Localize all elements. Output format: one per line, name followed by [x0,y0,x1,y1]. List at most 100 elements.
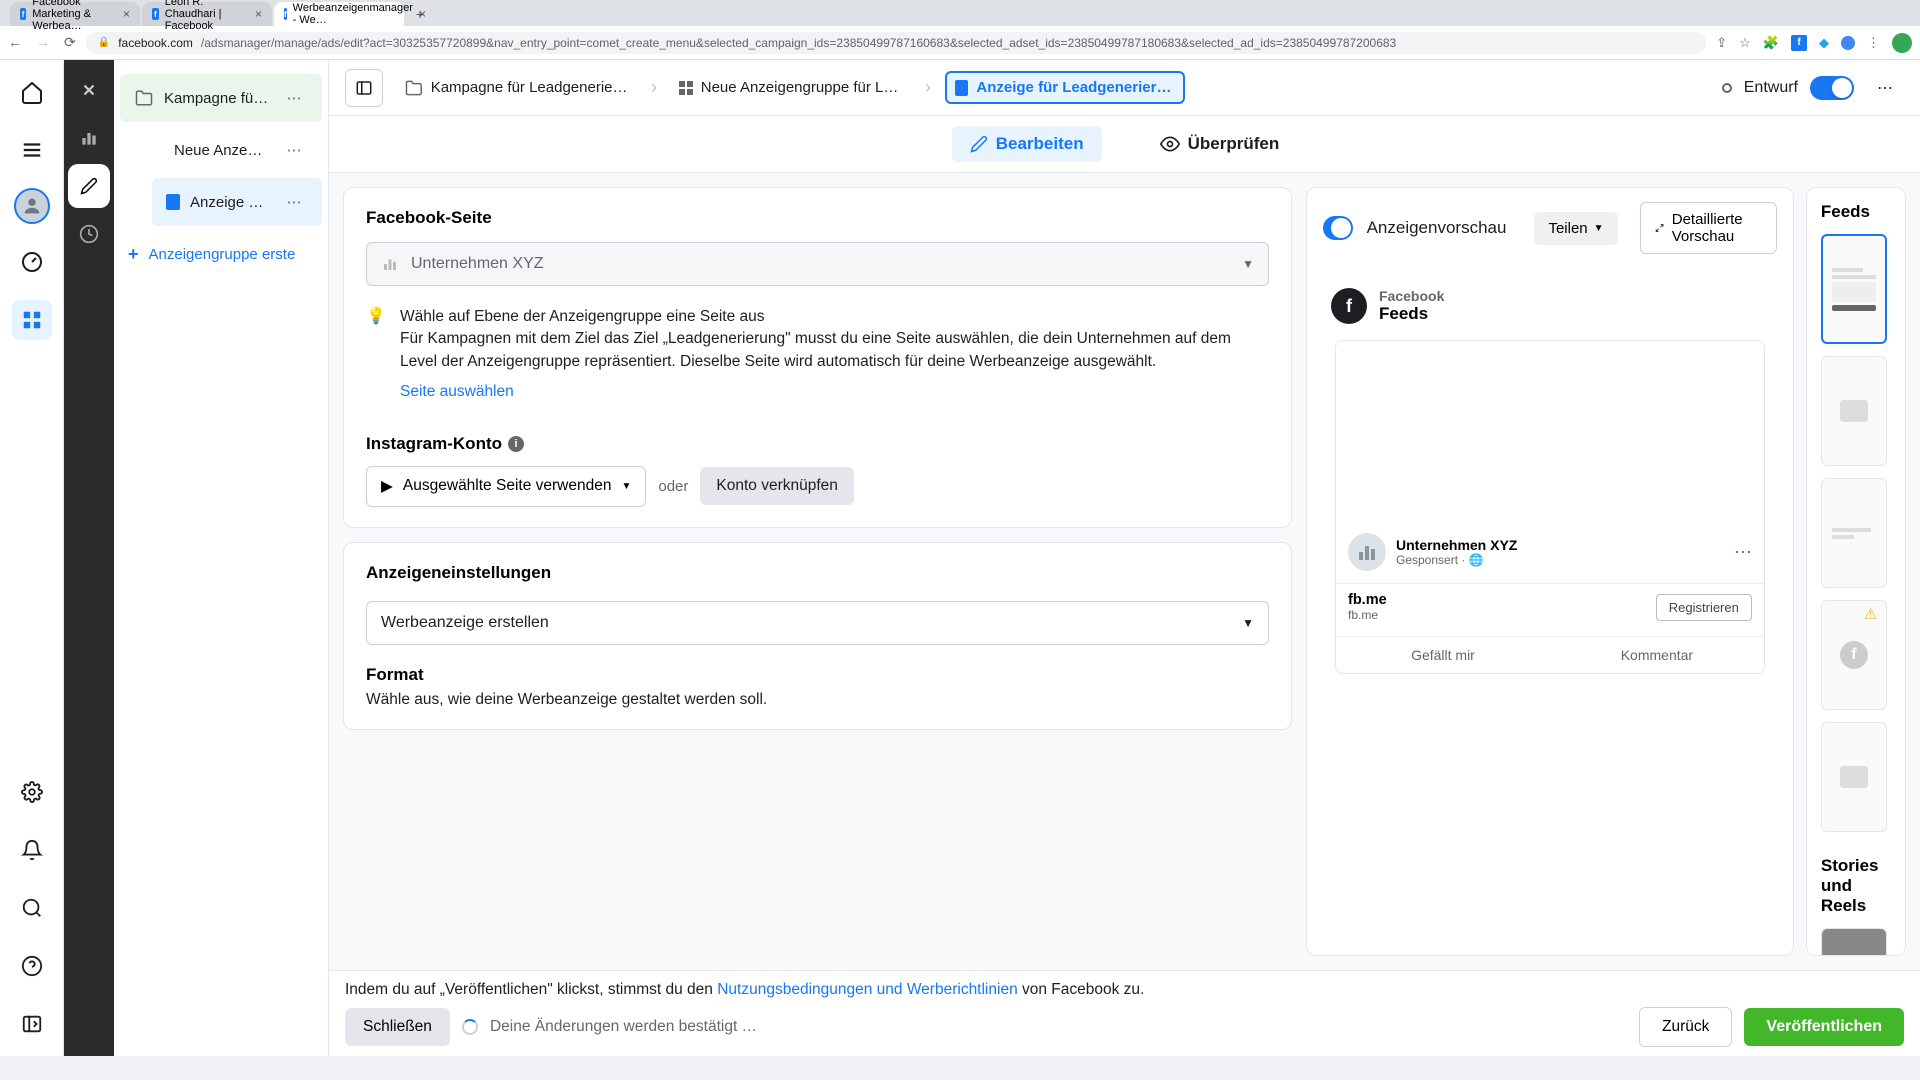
status-toggle[interactable] [1810,76,1854,100]
footer-bar: Indem du auf „Veröffentlichen" klickst, … [329,970,1920,1056]
grid-icon[interactable] [12,300,52,340]
preview-placement: Feeds [1379,304,1444,324]
placement-thumb[interactable] [1821,928,1887,956]
gauge-icon[interactable] [12,242,52,282]
close-button[interactable] [70,70,108,110]
preview-link-title: fb.me [1348,592,1387,608]
saving-text: Deine Änderungen werden bestätigt … [490,1018,757,1036]
extension-icon[interactable]: 🧩 [1763,35,1779,51]
preview-platform: Facebook [1379,288,1444,304]
tab-review[interactable]: Überprüfen [1142,126,1298,162]
more-icon[interactable]: ⋯ [1866,69,1904,107]
global-nav [0,60,64,1056]
more-icon[interactable]: ⋯ [280,84,308,112]
lock-icon: 🔒 [98,37,110,48]
profile-icon[interactable] [1892,33,1912,53]
chevron-right-icon: › [925,77,931,98]
avatar [1348,533,1386,571]
panel-toggle-icon[interactable] [345,69,383,107]
placement-thumb[interactable] [1821,478,1887,588]
instagram-select[interactable]: ▶ Ausgewählte Seite verwenden ▼ [366,466,646,507]
crumb-adset[interactable]: Neue Anzeigengruppe für Le… [671,73,911,102]
url-bar[interactable]: 🔒 facebook.com/adsmanager/manage/ads/edi… [86,32,1707,54]
info-icon[interactable]: i [508,436,524,452]
breadcrumb: Kampagne für Leadgenerier… › Neue Anzeig… [329,60,1920,116]
ig-section-label: Instagram-Konto [366,434,502,454]
tree-label: Neue Anze… [174,142,262,159]
comment-action: Kommentar [1550,637,1764,673]
extension-icon[interactable]: ◆ [1819,35,1829,51]
close-icon[interactable]: × [123,7,130,21]
history-icon[interactable] [70,214,108,254]
browser-tab[interactable]: fFacebook Marketing & Werbea…× [10,2,140,26]
plus-icon: + [128,244,139,265]
extension-icon[interactable] [1841,36,1855,50]
placement-thumb[interactable] [1821,234,1887,344]
help-icon[interactable] [12,946,52,986]
back-button[interactable]: Zurück [1639,1007,1732,1047]
tree-item-adset[interactable]: Neue Anze… ⋯ [136,126,322,174]
browser-tab[interactable]: fLeon R. Chaudhari | Facebook× [142,2,272,26]
close-icon[interactable]: × [255,7,262,21]
stories-heading: Stories und Reels [1821,856,1891,916]
select-page-link[interactable]: Seite auswählen [400,381,514,403]
ad-preview-mock: Unternehmen XYZ Gesponsert · 🌐 ⋯ fb.me f… [1335,340,1765,674]
tree-item-campaign[interactable]: Kampagne fü… ⋯ [120,74,322,122]
collapse-icon[interactable] [12,1004,52,1044]
edit-icon [970,135,988,153]
connect-account-button[interactable]: Konto verknüpfen [700,467,854,505]
avatar[interactable] [14,188,50,224]
hamburger-icon[interactable] [12,130,52,170]
format-sub: Wähle aus, wie deine Werbeanzeige gestal… [366,691,1269,709]
bell-icon[interactable] [12,830,52,870]
browser-tab[interactable]: fWerbeanzeigenmanager - We…× [274,2,404,26]
detailed-preview-button[interactable]: Detaillierte Vorschau [1640,202,1777,254]
chevron-right-icon: › [651,77,657,98]
status-dot [1722,83,1732,93]
expand-icon [1655,221,1664,235]
star-icon[interactable]: ☆ [1739,35,1751,51]
close-button[interactable]: Schließen [345,1008,450,1046]
quick-edit-column [64,60,114,1056]
tab-edit[interactable]: Bearbeiten [952,126,1102,162]
preview-title: Anzeigenvorschau [1367,218,1507,238]
flag-icon: ▶ [381,477,393,496]
placement-thumb[interactable]: ⚠f [1821,600,1887,710]
facebook-icon: f [1331,288,1367,324]
search-icon[interactable] [12,888,52,928]
close-icon[interactable]: × [419,7,426,21]
menu-icon[interactable]: ⋮ [1867,35,1880,51]
placement-thumb[interactable] [1821,356,1887,466]
extension-icon[interactable]: f [1791,35,1807,51]
crumb-campaign[interactable]: Kampagne für Leadgenerier… [397,73,637,103]
chevron-down-icon: ▼ [621,481,631,492]
share-button[interactable]: Teilen▼ [1534,212,1617,245]
doc-icon [955,80,968,96]
lightbulb-icon: 💡 [366,306,388,328]
more-icon[interactable]: ⋯ [280,188,308,216]
ad-type-select[interactable]: Werbeanzeige erstellen ▼ [366,601,1269,645]
crumb-ad[interactable]: Anzeige für Leadgenerierung [945,71,1185,104]
gear-icon[interactable] [12,772,52,812]
grid-icon [150,143,164,157]
home-icon[interactable] [12,72,52,112]
create-adset-button[interactable]: + Anzeigengruppe erste [114,230,328,279]
page-select[interactable]: Unternehmen XYZ ▼ [366,242,1269,286]
browser-tab-bar: fFacebook Marketing & Werbea…× fLeon R. … [0,0,1920,26]
tree-label: Anzeige … [190,194,263,211]
share-icon[interactable]: ⇪ [1716,35,1727,51]
preview-page-name: Unternehmen XYZ [1396,537,1517,553]
publish-button[interactable]: Veröffentlichen [1744,1008,1904,1046]
tree-item-ad[interactable]: Anzeige … ⋯ [152,178,322,226]
chart-icon[interactable] [70,118,108,158]
edit-icon[interactable] [70,166,108,206]
more-icon[interactable]: ⋯ [280,136,308,164]
eye-icon [1160,134,1180,154]
terms-link[interactable]: Nutzungsbedingungen und Werberichtlinien [717,981,1017,998]
placement-thumb[interactable] [1821,722,1887,832]
folder-icon [134,88,154,108]
forward-icon[interactable]: → [36,34,50,51]
preview-toggle[interactable] [1323,216,1353,240]
reload-icon[interactable]: ⟳ [64,34,76,51]
back-icon[interactable]: ← [8,34,22,51]
